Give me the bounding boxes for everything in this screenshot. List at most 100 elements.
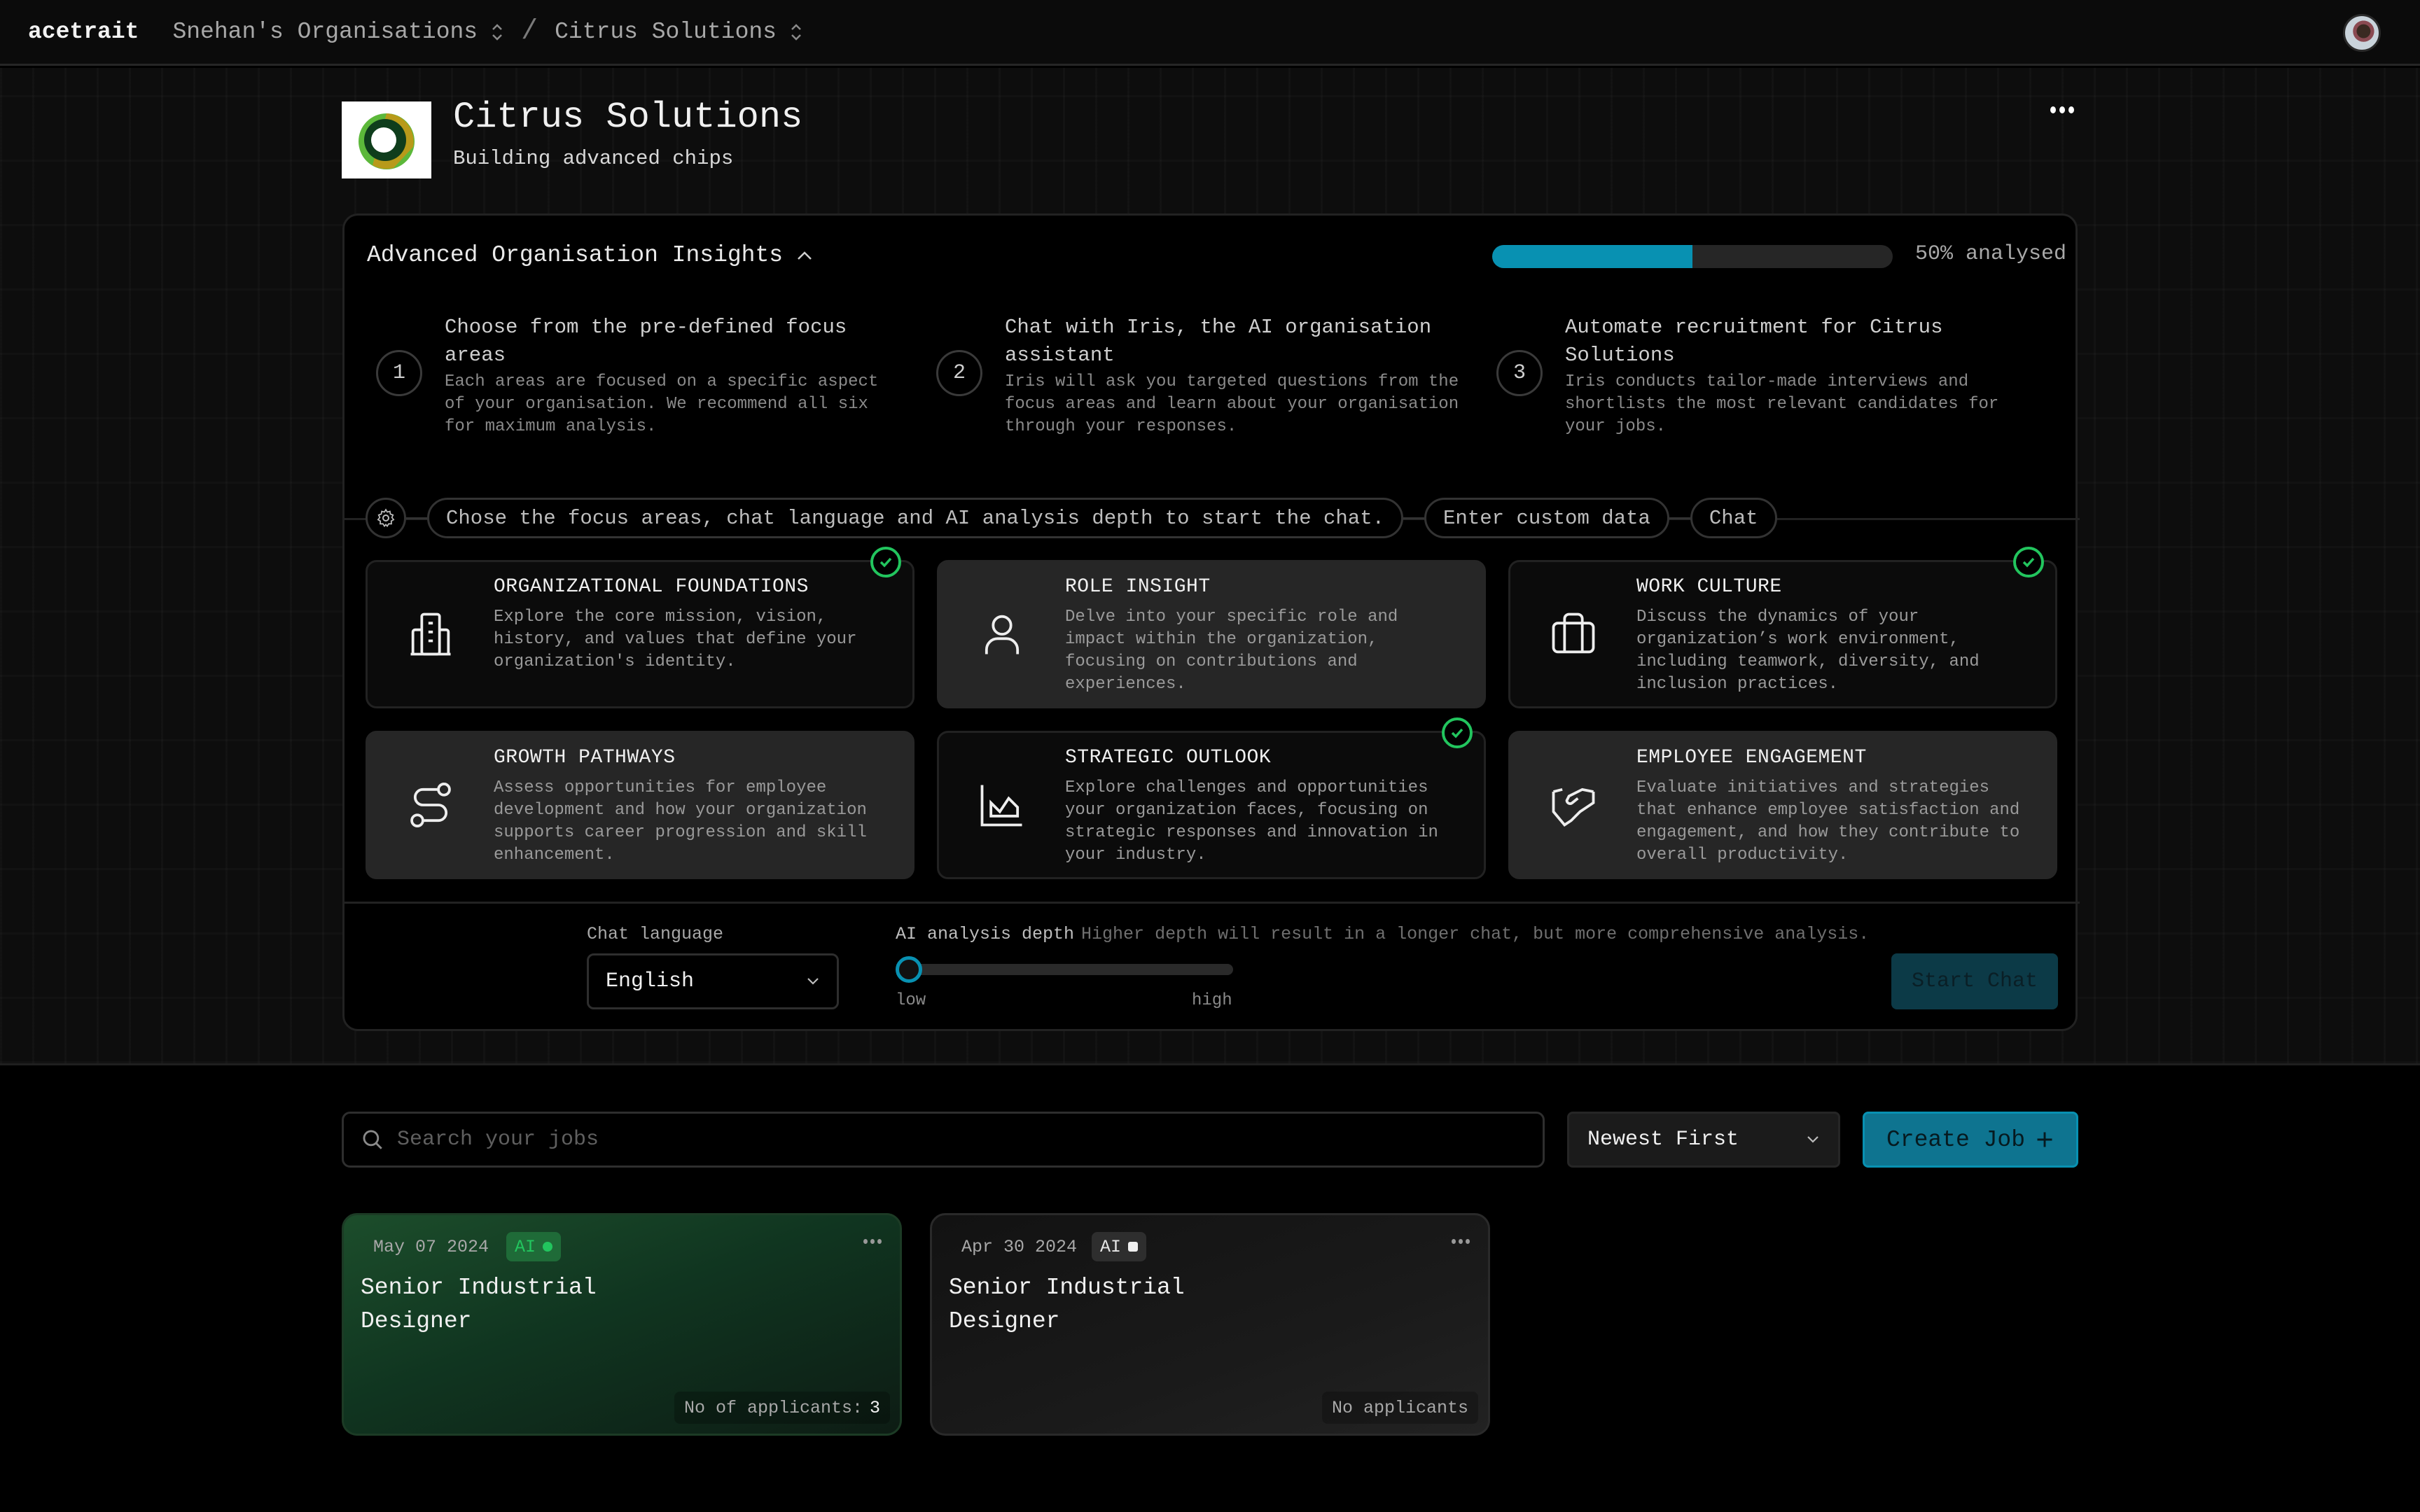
chat-language-label: Chat language xyxy=(587,924,724,944)
slider-thumb[interactable] xyxy=(896,956,922,983)
building-icon xyxy=(410,612,451,656)
ai-active-indicator-icon xyxy=(543,1242,553,1252)
focus-areas-grid: ORGANIZATIONAL FOUNDATIONS Explore the c… xyxy=(366,547,2057,879)
step-number: 3 xyxy=(1496,350,1543,396)
focus-area-title: EMPLOYEE ENGAGEMENT xyxy=(1636,747,1867,769)
insights-panel: Advanced Organisation Insights 50% analy… xyxy=(342,214,2080,1031)
briefcase-icon xyxy=(1552,612,1595,654)
enter-custom-data-step[interactable]: Enter custom data xyxy=(1424,498,1669,538)
gear-icon xyxy=(377,508,395,528)
start-chat-button[interactable]: Start Chat xyxy=(1891,953,2058,1009)
applicants-label: No applicants xyxy=(1331,1397,1468,1418)
panel-divider xyxy=(345,902,2080,904)
analysis-progress-bar xyxy=(1492,245,1893,268)
focus-area-description: Assess opportunities for employee develo… xyxy=(494,778,867,864)
more-options-icon[interactable] xyxy=(2048,102,2076,118)
steps-list: 1 Choose from the pre-defined focus area… xyxy=(376,314,2057,438)
step-title: Choose from the pre-defined focus areas xyxy=(445,316,847,367)
sort-value: Newest First xyxy=(1587,1128,1739,1152)
analysis-progress-fill xyxy=(1492,245,1692,268)
focus-area-title: ORGANIZATIONAL FOUNDATIONS xyxy=(494,576,809,598)
chat-language-value: English xyxy=(606,969,695,993)
chat-step[interactable]: Chat xyxy=(1690,498,1777,538)
job-title: Senior Industrial Designer xyxy=(361,1275,597,1334)
chevron-up-down-icon xyxy=(789,21,803,43)
step-item: 1 Choose from the pre-defined focus area… xyxy=(376,314,936,438)
create-job-label: Create Job xyxy=(1886,1126,2026,1153)
brand-logo[interactable]: acetrait xyxy=(28,19,139,45)
focus-area-description: Evaluate initiatives and strategies that… xyxy=(1636,778,2020,864)
ai-inactive-indicator-icon xyxy=(1128,1242,1139,1252)
focus-area-strategic-outlook[interactable]: STRATEGIC OUTLOOK Explore challenges and… xyxy=(937,718,1486,879)
breadcrumb-organisations[interactable]: Snehan's Organisations xyxy=(172,19,504,45)
step-number: 2 xyxy=(936,350,982,396)
step-number: 1 xyxy=(376,350,422,396)
job-search-input[interactable] xyxy=(397,1128,1517,1152)
job-date: Apr 30 2024 xyxy=(961,1236,1078,1257)
check-circle-icon xyxy=(870,547,901,578)
check-circle-icon xyxy=(2013,547,2044,578)
focus-area-title: WORK CULTURE xyxy=(1636,576,1782,598)
user-avatar[interactable] xyxy=(2343,14,2381,52)
route-icon xyxy=(410,783,451,827)
focus-area-title: GROWTH PATHWAYS xyxy=(494,747,676,769)
step-item: 3 Automate recruitment for Citrus Soluti… xyxy=(1496,314,2057,438)
chat-flow: Chose the focus areas, chat language and… xyxy=(366,498,1777,538)
ai-status-badge: AI xyxy=(506,1232,562,1261)
check-circle-icon xyxy=(1442,718,1473,748)
step-description: Iris will ask you targeted questions fro… xyxy=(1005,372,1459,436)
applicants-count: No applicants xyxy=(1321,1392,1478,1424)
chevron-up-icon xyxy=(798,251,812,260)
handshake-icon xyxy=(1552,788,1595,827)
chat-language-select[interactable]: English xyxy=(587,953,839,1009)
ai-badge-label: AI xyxy=(1100,1236,1122,1257)
analysis-depth-hint: Higher depth will result in a longer cha… xyxy=(1081,924,1870,944)
more-options-icon[interactable] xyxy=(863,1239,882,1244)
organisation-tagline: Building advanced chips xyxy=(453,147,734,170)
slider-track[interactable] xyxy=(896,964,1233,975)
insights-toggle[interactable]: Advanced Organisation Insights xyxy=(367,242,812,268)
job-card[interactable]: May 07 2024 AI Senior Industrial Designe… xyxy=(342,1213,902,1436)
step-title: Chat with Iris, the AI organisation assi… xyxy=(1005,316,1432,367)
focus-area-description: Discuss the dynamics of your organizatio… xyxy=(1636,608,1980,694)
job-search-field[interactable] xyxy=(342,1112,1545,1168)
chevron-up-down-icon xyxy=(490,21,504,43)
job-title: Senior Industrial Designer xyxy=(949,1275,1185,1334)
slider-low-label: low xyxy=(896,991,926,1010)
focus-area-role-insight[interactable]: ROLE INSIGHT Delve into your specific ro… xyxy=(937,560,1486,708)
focus-area-growth-pathways[interactable]: GROWTH PATHWAYS Assess opportunities for… xyxy=(366,731,915,879)
focus-area-title: STRATEGIC OUTLOOK xyxy=(1065,747,1272,769)
sort-select[interactable]: Newest First xyxy=(1567,1112,1840,1168)
settings-step[interactable] xyxy=(366,498,406,538)
step-title: Automate recruitment for Citrus Solution… xyxy=(1565,316,1943,367)
focus-area-work-culture[interactable]: WORK CULTURE Discuss the dynamics of you… xyxy=(1508,547,2057,708)
flow-instruction: Chose the focus areas, chat language and… xyxy=(427,498,1404,538)
job-date: May 07 2024 xyxy=(373,1236,489,1257)
focus-area-description: Explore challenges and opportunities you… xyxy=(1065,778,1438,864)
focus-area-description: Delve into your specific role and impact… xyxy=(1065,608,1398,694)
breadcrumb-organisation[interactable]: Citrus Solutions xyxy=(555,19,803,45)
chevron-down-icon xyxy=(807,978,819,985)
insights-title: Advanced Organisation Insights xyxy=(367,242,784,268)
step-description: Each areas are focused on a specific asp… xyxy=(445,372,879,436)
analysis-depth-title: AI analysis depth xyxy=(896,924,1075,944)
plus-icon xyxy=(2037,1132,2052,1147)
breadcrumb-label: Snehan's Organisations xyxy=(172,19,478,45)
step-description: Iris conducts tailor-made interviews and… xyxy=(1565,372,1999,436)
applicants-label: No of applicants: xyxy=(683,1397,863,1418)
slider-high-label: high xyxy=(1192,991,1232,1010)
analysis-depth-slider[interactable] xyxy=(896,956,1233,983)
more-options-icon[interactable] xyxy=(1452,1239,1470,1244)
chevron-down-icon xyxy=(1807,1136,1819,1143)
job-card[interactable]: Apr 30 2024 AI Senior Industrial Designe… xyxy=(930,1213,1490,1436)
search-icon xyxy=(363,1130,382,1149)
breadcrumb-separator: / xyxy=(521,16,538,48)
focus-area-organizational-foundations[interactable]: ORGANIZATIONAL FOUNDATIONS Explore the c… xyxy=(366,547,915,708)
focus-area-employee-engagement[interactable]: EMPLOYEE ENGAGEMENT Evaluate initiatives… xyxy=(1508,731,2057,879)
create-job-button[interactable]: Create Job xyxy=(1863,1112,2078,1168)
analysis-depth-label: AI analysis depth Higher depth will resul… xyxy=(896,924,1869,944)
organisation-name: Citrus Solutions xyxy=(453,97,803,138)
ai-status-badge: AI xyxy=(1092,1232,1147,1261)
citrus-logo-icon xyxy=(359,113,415,169)
step-item: 2 Chat with Iris, the AI organisation as… xyxy=(936,314,1496,438)
